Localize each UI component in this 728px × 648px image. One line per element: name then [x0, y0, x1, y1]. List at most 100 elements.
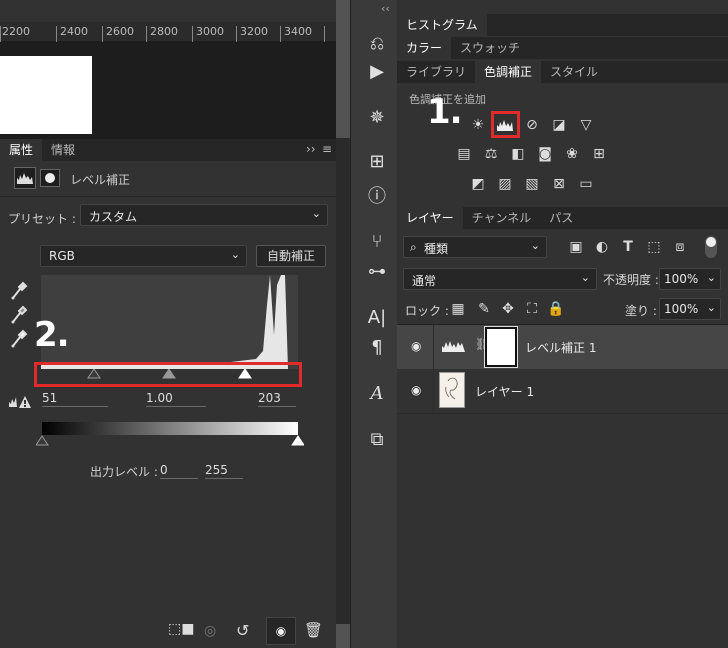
tab-styles[interactable]: スタイル [541, 61, 607, 83]
filter-toggle[interactable] [705, 236, 717, 258]
ruler-label: 3200 [240, 25, 268, 38]
tab-histogram[interactable]: ヒストグラム [397, 14, 487, 36]
channel-select[interactable]: RGB ⌄ [40, 245, 247, 267]
layer-row-levels[interactable]: ◉ ⛓ レベル補正 1 [397, 325, 728, 369]
output-high-value[interactable]: 255 [205, 463, 243, 479]
layer-thumbnail[interactable] [439, 372, 465, 408]
glyphs-icon[interactable]: A [359, 378, 395, 408]
preset-select[interactable]: カスタム ⌄ [80, 204, 328, 226]
output-low-value[interactable]: 0 [160, 463, 198, 479]
color-lookup-icon[interactable]: ⊞ [590, 145, 608, 163]
paragraph-icon[interactable]: ¶ [359, 332, 395, 362]
white-eyedropper-icon[interactable] [10, 329, 28, 352]
play-action-icon[interactable]: ▶ [359, 56, 395, 86]
layer-name[interactable]: レベル補正 1 [525, 339, 596, 356]
brush-presets-icon[interactable]: ⑂ [359, 226, 395, 256]
input-shadow-value[interactable]: 51 [42, 391, 108, 407]
tab-layers[interactable]: レイヤー [397, 207, 463, 229]
tab-info[interactable]: 情報 [42, 139, 84, 161]
black-white-icon[interactable]: ◧ [509, 145, 527, 163]
history-icon[interactable]: ⎌ [359, 28, 395, 58]
output-slider-track[interactable] [35, 435, 305, 447]
collapse-icon[interactable]: ›› [306, 142, 316, 156]
blend-mode-value: 通常 [412, 274, 437, 288]
auto-button[interactable]: 自動補正 [256, 245, 326, 267]
color-balance-icon[interactable]: ⚖ [482, 145, 500, 163]
eye-icon[interactable]: ◉ [411, 339, 421, 353]
chevron-down-icon: ⌄ [580, 271, 590, 284]
opacity-field[interactable]: 100% ⌄ [659, 268, 721, 290]
levels-icon[interactable] [496, 116, 514, 134]
fill-field[interactable]: 100% ⌄ [659, 298, 721, 320]
photo-filter-icon[interactable]: ◙ [536, 145, 554, 163]
layer-row-layer1[interactable]: ◉ レイヤー 1 [397, 369, 728, 413]
info-icon[interactable]: ⓘ [359, 180, 395, 210]
tab-properties[interactable]: 属性 [0, 139, 43, 161]
lock-artboard-icon[interactable]: ⛶ [523, 300, 541, 318]
properties-icon[interactable]: ⊞ [359, 146, 395, 176]
tab-color[interactable]: カラー [397, 37, 452, 59]
exposure-icon[interactable]: ◪ [550, 116, 568, 134]
black-eyedropper-icon[interactable] [10, 281, 28, 304]
fill-value: 100% [664, 302, 699, 316]
curves-icon[interactable]: ⊘ [523, 116, 541, 134]
mask-icon[interactable] [40, 169, 60, 187]
character-icon[interactable]: A| [359, 302, 395, 332]
input-midtone-value[interactable]: 1.00 [146, 391, 206, 407]
chevron-down-icon: ⌄ [230, 248, 240, 261]
threshold-icon[interactable]: ▧ [523, 175, 541, 193]
layer-filter-select[interactable]: ⌕ 種類 ⌄ [403, 236, 547, 258]
scrollbar[interactable] [336, 138, 350, 624]
brush-settings-icon[interactable]: ⊶ [359, 256, 395, 286]
input-highlight-value[interactable]: 203 [258, 391, 296, 407]
brightness-contrast-icon[interactable]: ☀ [469, 116, 487, 134]
layer-mask-thumbnail[interactable] [484, 326, 518, 368]
tab-swatches[interactable]: スウォッチ [451, 37, 529, 59]
tab-libraries[interactable]: ライブラリ [397, 61, 475, 83]
channel-value: RGB [49, 249, 75, 263]
lock-all-icon[interactable]: 🔒 [547, 300, 565, 318]
reset-icon[interactable]: ↺ [236, 621, 249, 640]
gray-eyedropper-icon[interactable] [10, 305, 28, 328]
navigator-icon[interactable]: ✵ [359, 102, 395, 132]
clip-to-layer-icon[interactable]: ⬚■ [168, 621, 194, 645]
trash-icon[interactable]: 🗑 [304, 621, 323, 639]
panel-menu-icon[interactable]: ≡ [322, 142, 332, 156]
hue-saturation-icon[interactable]: ▤ [455, 145, 473, 163]
gradient-map-icon[interactable]: ▭ [577, 175, 595, 193]
visibility-toggle-icon[interactable]: ◉ [266, 617, 296, 645]
lock-transparency-icon[interactable]: ▦ [449, 300, 467, 318]
layer-name[interactable]: レイヤー 1 [475, 383, 534, 400]
filter-shape-icon[interactable]: ⬚ [645, 238, 663, 256]
view-previous-icon[interactable]: ◎ [204, 623, 216, 639]
tab-paths[interactable]: パス [540, 207, 582, 229]
tab-channels[interactable]: チャンネル [463, 207, 541, 229]
right-panels: ヒストグラム カラー スウォッチ ライブラリ 色調補正 スタイル 色調補正を追加… [397, 0, 728, 648]
ruler-label: 3000 [196, 25, 224, 38]
ruler-label: 3400 [284, 25, 312, 38]
ruler-label: 2800 [150, 25, 178, 38]
selective-color-icon[interactable]: ⊠ [550, 175, 568, 193]
filter-pixel-icon[interactable]: ▣ [567, 238, 585, 256]
filter-smart-object-icon[interactable]: ⧈ [671, 238, 689, 256]
channel-mixer-icon[interactable]: ❀ [563, 145, 581, 163]
libraries-icon[interactable]: ⧉ [359, 424, 395, 454]
lock-position-icon[interactable]: ✥ [499, 300, 517, 318]
preset-label: プリセット : [8, 212, 76, 226]
filter-adjustment-icon[interactable]: ◐ [593, 238, 611, 256]
preset-value: カスタム [89, 210, 138, 224]
opacity-label: 不透明度 : [603, 273, 659, 287]
eye-icon[interactable]: ◉ [411, 383, 421, 397]
search-icon: ⌕ [410, 240, 417, 254]
posterize-icon[interactable]: ▨ [496, 175, 514, 193]
filter-type-icon[interactable]: T [619, 238, 637, 256]
ruler-label: 2200 [2, 25, 30, 38]
properties-panel: 属性 情報 ›› ≡ レベル補正 プリセット : カスタム ⌄ RGB ⌄ 自動… [0, 138, 336, 648]
input-slider-track[interactable] [42, 368, 296, 381]
lock-paint-icon[interactable]: ✎ [475, 300, 493, 318]
tab-adjustments[interactable]: 色調補正 [475, 61, 542, 83]
blend-mode-select[interactable]: 通常 ⌄ [403, 268, 597, 290]
invert-icon[interactable]: ◩ [469, 175, 487, 193]
vibrance-icon[interactable]: ▽ [577, 116, 595, 134]
expand-icon[interactable]: ‹‹ [381, 2, 390, 15]
